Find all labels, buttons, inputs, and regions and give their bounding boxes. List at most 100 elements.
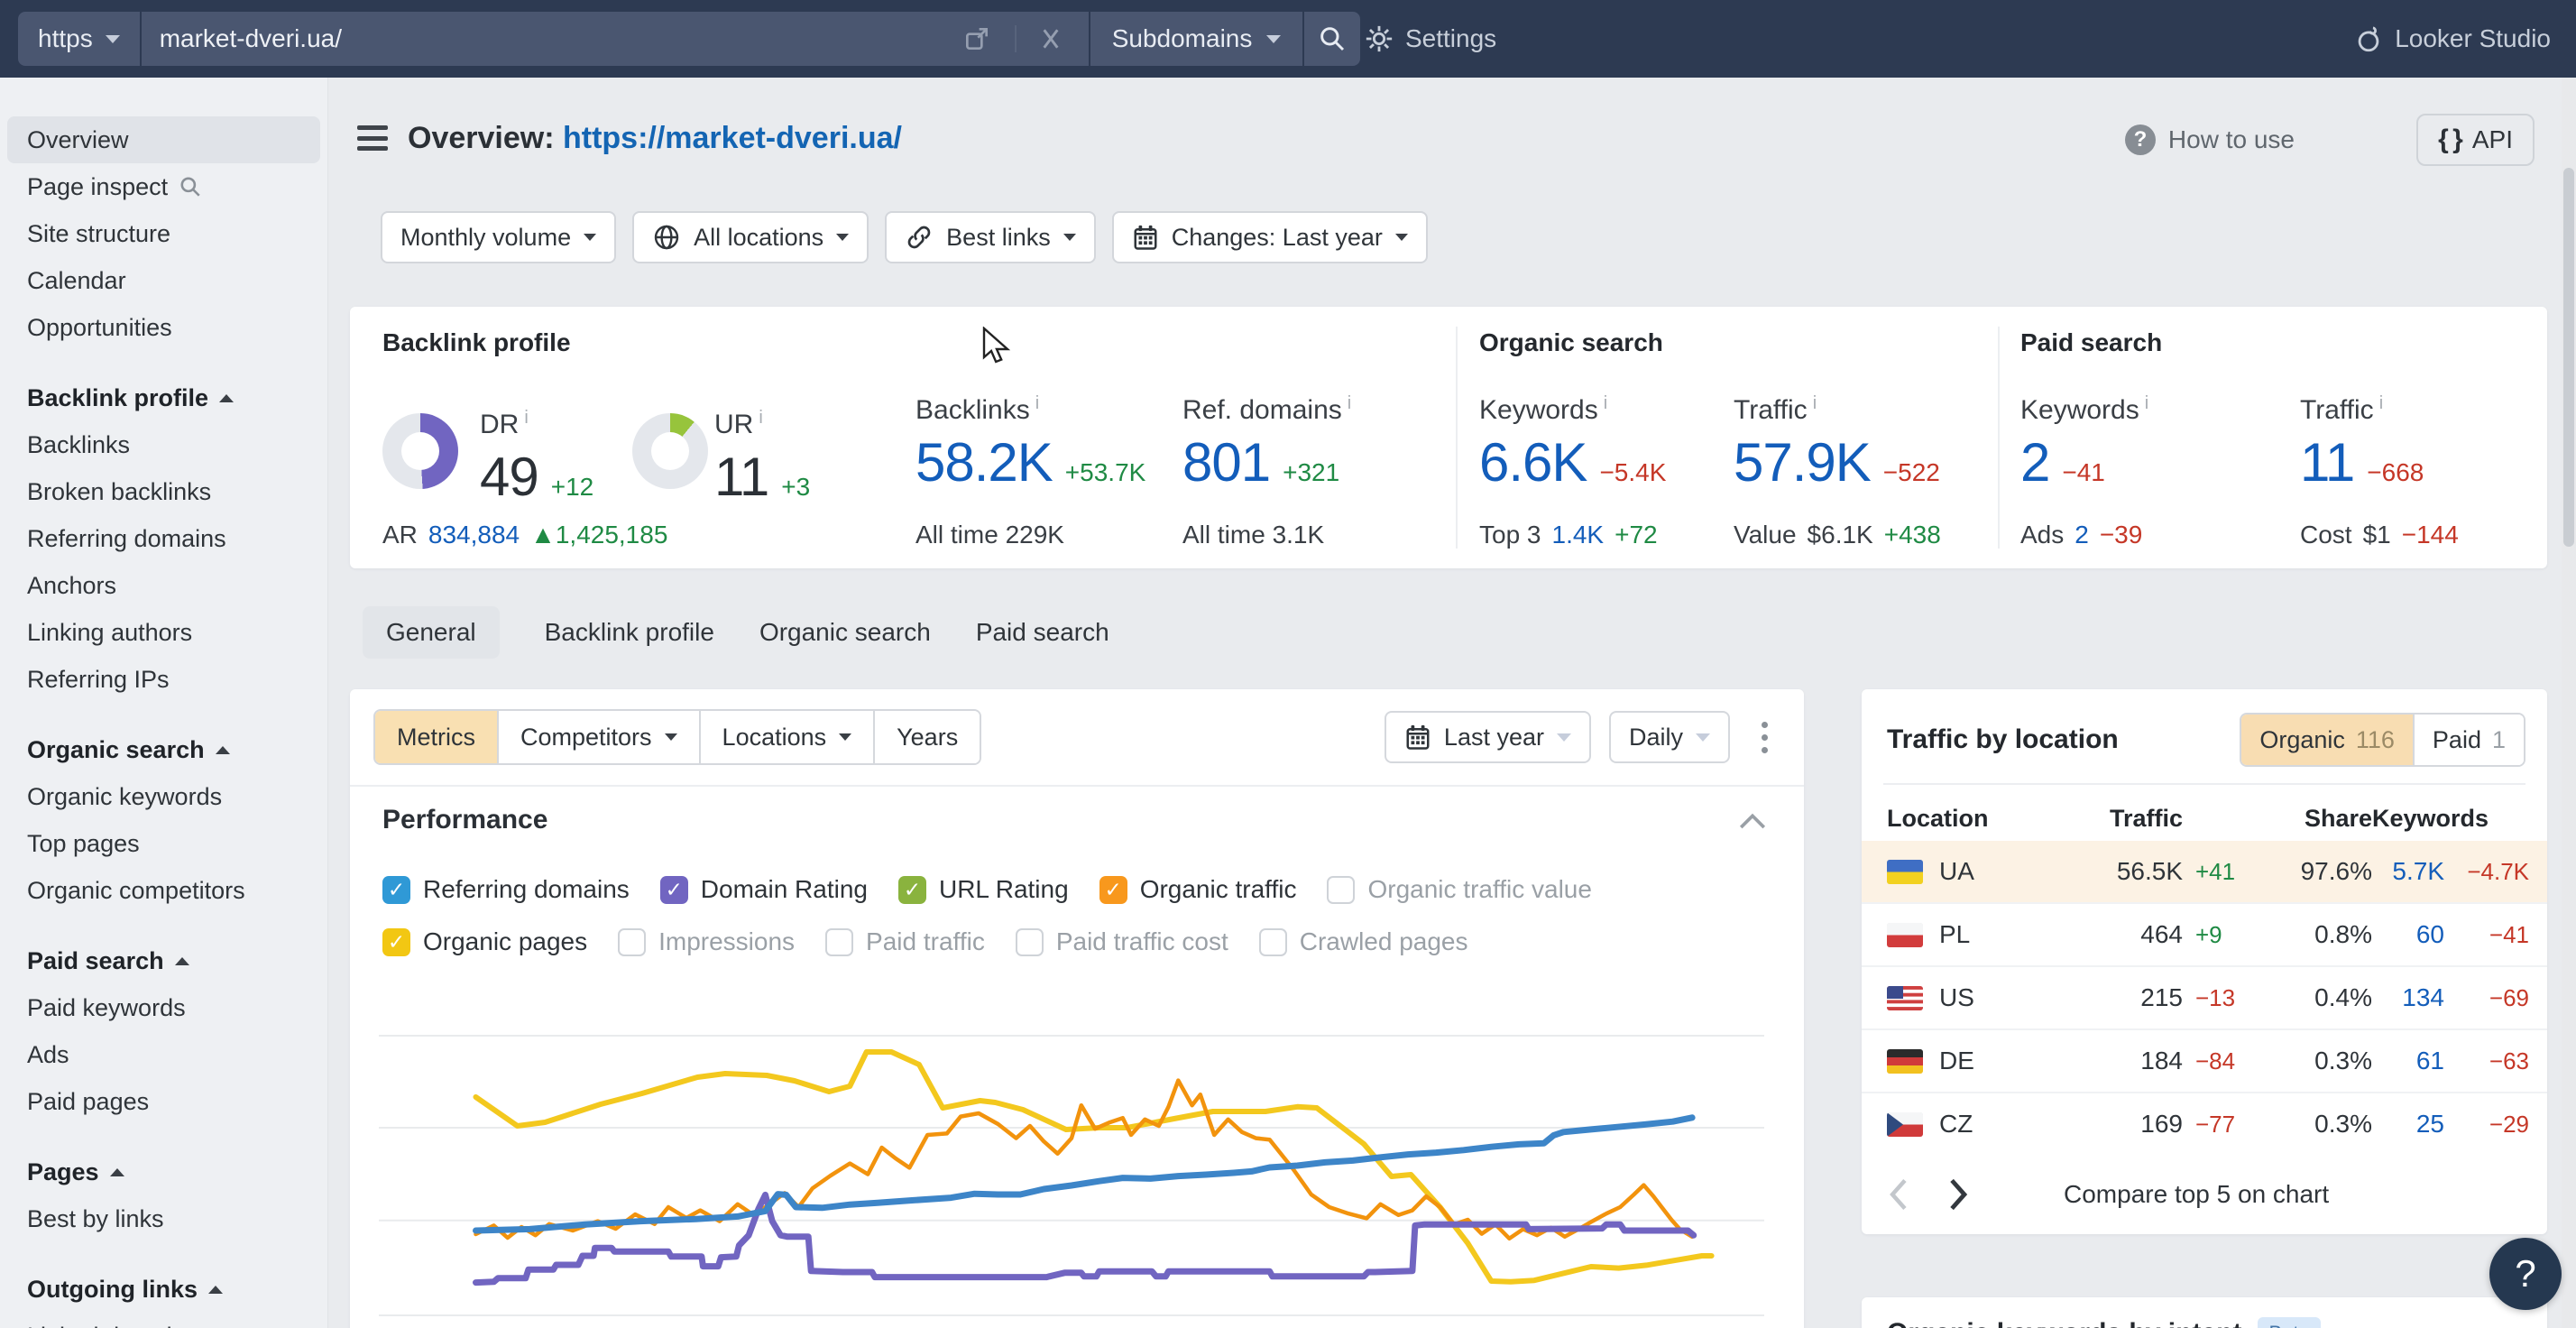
how-to-use-button[interactable]: How to use: [2125, 124, 2295, 155]
links-filter-dropdown[interactable]: Best links: [885, 211, 1096, 263]
sidebar-item-site-structure[interactable]: Site structure: [7, 210, 320, 257]
sidebar-item-backlinks[interactable]: Backlinks: [7, 421, 320, 468]
info-icon[interactable]: [2379, 393, 2383, 413]
tab-backlink-profile[interactable]: Backlink profile: [545, 606, 714, 659]
tab-organic-search[interactable]: Organic search: [759, 606, 931, 659]
sidebar-item-linking-authors[interactable]: Linking authors: [7, 609, 320, 656]
sidebar-item-linked-domains[interactable]: Linked domains: [7, 1313, 320, 1328]
table-row-cz[interactable]: CZ 169 −77 0.3% 25 −29: [1862, 1093, 2547, 1155]
sidebar-item-calendar[interactable]: Calendar: [7, 257, 320, 304]
table-row-us[interactable]: US 215 −13 0.4% 134 −69: [1862, 967, 2547, 1030]
help-fab-button[interactable]: [2489, 1238, 2562, 1310]
toggle-paid[interactable]: Paid 1: [2413, 715, 2524, 765]
checkbox-organic-traffic[interactable]: Organic traffic: [1099, 875, 1297, 904]
locations-filter-dropdown[interactable]: All locations: [632, 211, 869, 263]
checkbox-impressions[interactable]: Impressions: [618, 927, 795, 956]
checkbox-paid-traffic-cost[interactable]: Paid traffic cost: [1016, 927, 1228, 956]
scrollbar-thumb[interactable]: [2563, 168, 2574, 547]
info-icon[interactable]: [759, 408, 762, 428]
paid-keywords-value[interactable]: 2: [2020, 431, 2049, 493]
column-traffic[interactable]: Traffic: [2084, 805, 2183, 833]
info-icon[interactable]: [1035, 393, 1039, 413]
scrollbar-track[interactable]: [2562, 78, 2576, 1328]
api-button[interactable]: API: [2416, 114, 2535, 166]
segment-years[interactable]: Years: [873, 711, 980, 763]
next-page-button[interactable]: [1946, 1177, 1970, 1212]
checkbox-organic-pages[interactable]: Organic pages: [382, 927, 587, 956]
column-keywords[interactable]: Keywords: [2372, 805, 2471, 833]
tab-general[interactable]: General: [363, 606, 500, 659]
info-icon[interactable]: [2145, 393, 2148, 413]
organic-traffic-value[interactable]: 57.9K: [1734, 431, 1871, 493]
checkbox-domain-rating[interactable]: Domain Rating: [660, 875, 868, 904]
sidebar-item-anchors[interactable]: Anchors: [7, 562, 320, 609]
sidebar-item-organic-keywords[interactable]: Organic keywords: [7, 773, 320, 820]
segment-locations[interactable]: Locations: [699, 711, 874, 763]
keywords-value[interactable]: 60: [2372, 920, 2444, 949]
paid-traffic-value[interactable]: 11: [2300, 431, 2354, 493]
sidebar-item-page-inspect[interactable]: Page inspect: [7, 163, 320, 210]
compare-top5-link[interactable]: Compare top 5 on chart: [2064, 1180, 2329, 1209]
sidebar-item-ads[interactable]: Ads: [7, 1031, 320, 1078]
checkbox-url-rating[interactable]: URL Rating: [898, 875, 1069, 904]
sidebar-item-top-pages[interactable]: Top pages: [7, 820, 320, 867]
sidebar-item-best-by-links[interactable]: Best by links: [7, 1195, 320, 1242]
changes-filter-dropdown[interactable]: Changes: Last year: [1112, 211, 1428, 263]
organic-keywords-value[interactable]: 6.6K: [1479, 431, 1587, 493]
date-range-dropdown[interactable]: Last year: [1385, 711, 1591, 763]
sidebar-item-opportunities[interactable]: Opportunities: [7, 304, 320, 351]
looker-studio-button[interactable]: Looker Studio: [2353, 0, 2551, 78]
column-share[interactable]: Share: [2278, 805, 2372, 833]
open-external-icon[interactable]: [962, 24, 991, 53]
ads-value[interactable]: 2: [2075, 521, 2089, 549]
checkbox-referring-domains[interactable]: Referring domains: [382, 875, 630, 904]
collapse-section-button[interactable]: [1737, 810, 1768, 836]
sidebar-item-referring-ips[interactable]: Referring IPs: [7, 656, 320, 703]
info-icon[interactable]: [1813, 393, 1817, 413]
checkbox-crawled-pages[interactable]: Crawled pages: [1259, 927, 1468, 956]
ref-domains-value[interactable]: 801: [1182, 431, 1270, 493]
column-location[interactable]: Location: [1887, 805, 2084, 833]
settings-button[interactable]: Settings: [1364, 0, 1496, 78]
target-url-input[interactable]: market-dveri.ua/: [142, 12, 1089, 66]
keywords-value[interactable]: 25: [2372, 1110, 2444, 1139]
prev-page-button[interactable]: [1887, 1177, 1910, 1212]
tab-paid-search[interactable]: Paid search: [976, 606, 1109, 659]
more-options-button[interactable]: [1748, 716, 1780, 759]
ar-value[interactable]: 834,884: [428, 521, 520, 549]
sidebar-item-paid-pages[interactable]: Paid pages: [7, 1078, 320, 1125]
performance-chart[interactable]: [379, 992, 1764, 1328]
backlinks-value[interactable]: 58.2K: [915, 431, 1053, 493]
table-row-ua[interactable]: UA 56.5K +41 97.6% 5.7K −4.7K: [1862, 841, 2547, 904]
segment-metrics[interactable]: Metrics: [375, 711, 497, 763]
toggle-organic[interactable]: Organic 116: [2241, 715, 2413, 765]
collapse-sidebar-button[interactable]: [357, 125, 388, 151]
granularity-dropdown[interactable]: Daily: [1609, 711, 1730, 763]
info-icon[interactable]: [1348, 393, 1351, 413]
sidebar-item-referring-domains[interactable]: Referring domains: [7, 515, 320, 562]
table-row-de[interactable]: DE 184 −84 0.3% 61 −63: [1862, 1030, 2547, 1093]
protocol-dropdown[interactable]: https: [18, 12, 140, 66]
sidebar-section-organic-search[interactable]: Organic search: [7, 726, 320, 773]
sidebar-section-backlink-profile[interactable]: Backlink profile: [7, 374, 320, 421]
table-row-pl[interactable]: PL 464 +9 0.8% 60 −41: [1862, 904, 2547, 967]
sidebar-item-overview[interactable]: Overview: [7, 116, 320, 163]
checkbox-paid-traffic[interactable]: Paid traffic: [825, 927, 985, 956]
sidebar-item-broken-backlinks[interactable]: Broken backlinks: [7, 468, 320, 515]
sidebar-item-paid-keywords[interactable]: Paid keywords: [7, 984, 320, 1031]
keywords-value[interactable]: 61: [2372, 1047, 2444, 1075]
mode-dropdown[interactable]: Subdomains: [1090, 12, 1303, 66]
search-button[interactable]: [1304, 12, 1360, 66]
segment-competitors[interactable]: Competitors: [497, 711, 699, 763]
info-icon[interactable]: [524, 408, 528, 428]
info-icon[interactable]: [1604, 393, 1607, 413]
clear-icon[interactable]: [1015, 25, 1071, 52]
checkbox-organic-traffic-value[interactable]: Organic traffic value: [1327, 875, 1592, 904]
target-link[interactable]: https://market-dveri.ua/: [563, 121, 902, 155]
top3-value[interactable]: 1.4K: [1552, 521, 1605, 549]
sidebar-item-organic-competitors[interactable]: Organic competitors: [7, 867, 320, 914]
volume-filter-dropdown[interactable]: Monthly volume: [381, 211, 616, 263]
keywords-value[interactable]: 134: [2372, 983, 2444, 1012]
keywords-value[interactable]: 5.7K: [2372, 857, 2444, 886]
sidebar-section-pages[interactable]: Pages: [7, 1148, 320, 1195]
